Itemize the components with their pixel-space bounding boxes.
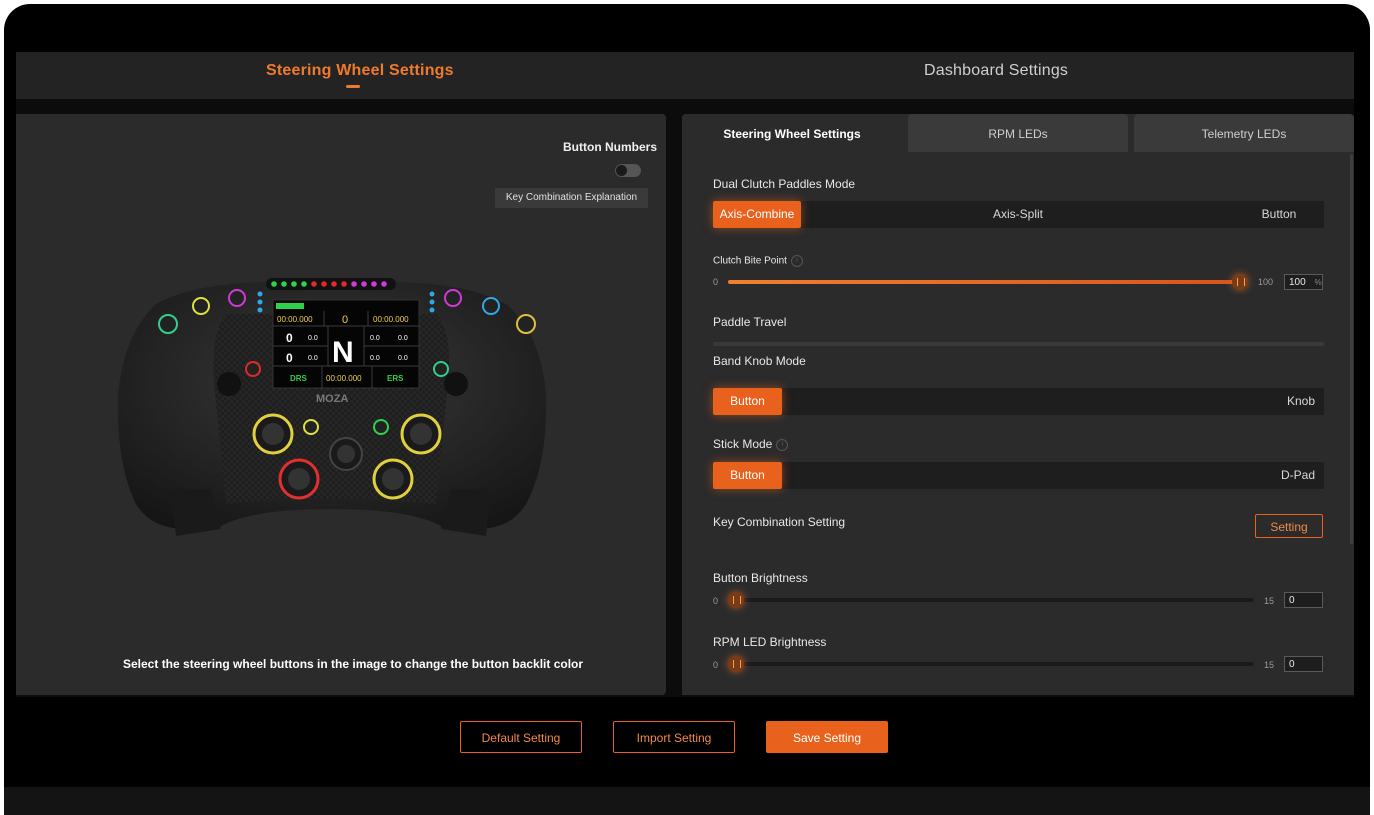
option-axis-combine[interactable]: Axis-Combine: [713, 201, 801, 228]
rpm-brightness-label: RPM LED Brightness: [713, 635, 827, 649]
info-icon[interactable]: i: [776, 438, 789, 451]
settings-panel: Steering Wheel Settings RPM LEDs Telemet…: [682, 114, 1354, 695]
option-button[interactable]: Button: [713, 388, 782, 415]
settings-scrollbar[interactable]: [1350, 154, 1353, 544]
dual-clutch-label: Dual Clutch Paddles Mode: [713, 177, 856, 191]
option-button[interactable]: Button: [713, 462, 782, 489]
brand-logo: MOZA: [316, 393, 348, 405]
option-button[interactable]: Button: [1243, 201, 1315, 228]
stick-mode-label-text: Stick Mode: [713, 437, 773, 451]
paddle-travel-label: Paddle Travel: [713, 315, 787, 329]
tab-dashboard-settings[interactable]: Dashboard Settings: [924, 62, 1068, 80]
lap-time-left: 00:00.000: [277, 315, 313, 324]
default-setting-button[interactable]: Default Setting: [460, 721, 582, 753]
device-bottom-strip: [4, 787, 1370, 815]
clutch-bite-thumb[interactable]: [1232, 274, 1248, 290]
left-top-value: 0.0: [308, 335, 318, 342]
tab-steering-wheel-settings[interactable]: Steering Wheel Settings: [266, 62, 454, 80]
key-combination-explanation-button[interactable]: Key Combination Explanation: [495, 188, 648, 208]
button-numbers-label: Button Numbers: [563, 140, 657, 154]
paddle-travel-bar[interactable]: [713, 342, 1324, 346]
settings-sub-tabs: Steering Wheel Settings RPM LEDs Telemet…: [682, 114, 1354, 152]
wheel-help-text: Select the steering wheel buttons in the…: [123, 657, 584, 671]
rpm-brightness-max: 15: [1264, 660, 1275, 670]
band-knob-segmented-control: Button Knob: [713, 388, 1324, 415]
clutch-bite-fill: [728, 280, 1240, 284]
button-brightness-thumb[interactable]: [728, 592, 744, 608]
lap-count: 0: [342, 314, 348, 326]
rpm-brightness-input[interactable]: 0: [1284, 656, 1323, 672]
dual-clutch-segmented-control: Axis-Combine Axis-Split Button: [713, 201, 1324, 228]
clutch-bite-label: Clutch Bite Point i: [713, 255, 803, 267]
option-knob[interactable]: Knob: [1278, 388, 1324, 415]
drs-label: DRS: [290, 374, 308, 383]
button-brightness-input[interactable]: 0: [1284, 592, 1323, 608]
button-brightness-label: Button Brightness: [713, 571, 808, 585]
left-bottom-value: 0.0: [308, 355, 318, 362]
wheel-preview-panel: Button Numbers Key Combination Explanati…: [16, 114, 666, 695]
left-top-number: 0: [286, 331, 293, 345]
rpm-brightness-track[interactable]: [728, 662, 1254, 666]
gear-indicator: N: [332, 336, 354, 369]
right-top-value: 0.0: [370, 335, 380, 342]
stick-mode-segmented-control: Button D-Pad: [713, 462, 1324, 489]
steering-wheel-image[interactable]: 00:00.000 0 00:00.000 N 0 0.0 0 0.0 0.0 …: [116, 274, 547, 544]
rpm-brightness-thumb[interactable]: [728, 656, 744, 672]
subtab-rpm-leds[interactable]: RPM LEDs: [908, 114, 1128, 152]
button-brightness-max: 15: [1264, 596, 1275, 606]
import-setting-button[interactable]: Import Setting: [613, 721, 735, 753]
active-tab-indicator: [346, 85, 360, 88]
rpm-brightness-min: 0: [713, 660, 719, 670]
right-bottom-value-2: 0.0: [398, 355, 408, 362]
subtab-steering-wheel-settings[interactable]: Steering Wheel Settings: [682, 114, 902, 152]
button-numbers-toggle[interactable]: [615, 164, 641, 177]
center-time: 00:00.000: [326, 374, 362, 383]
bottom-action-bar: Default Setting Import Setting Save Sett…: [16, 697, 1354, 787]
subtab-telemetry-leds[interactable]: Telemetry LEDs: [1134, 114, 1354, 152]
clutch-bite-max: 100: [1258, 277, 1274, 287]
clutch-bite-label-text: Clutch Bite Point: [713, 255, 787, 267]
app-window: Steering Wheel Settings Dashboard Settin…: [16, 52, 1354, 787]
clutch-bite-min: 0: [713, 277, 719, 287]
option-axis-split[interactable]: Axis-Split: [953, 201, 1083, 228]
stick-mode-label: Stick Mode i: [713, 437, 789, 451]
toggle-knob: [616, 165, 627, 176]
key-combination-label: Key Combination Setting: [713, 515, 846, 529]
right-top-value-2: 0.0: [398, 335, 408, 342]
ers-label: ERS: [387, 374, 404, 383]
lap-time-right: 00:00.000: [373, 315, 409, 324]
band-knob-label: Band Knob Mode: [713, 354, 806, 368]
clutch-bite-value: 100: [1289, 277, 1306, 288]
clutch-bite-input[interactable]: 100 %: [1284, 274, 1323, 290]
save-setting-button[interactable]: Save Setting: [766, 721, 888, 753]
right-bottom-value: 0.0: [370, 355, 380, 362]
steering-wheel-svg: 00:00.000 0 00:00.000 N 0 0.0 0 0.0 0.0 …: [117, 278, 547, 536]
option-d-pad[interactable]: D-Pad: [1273, 462, 1323, 489]
button-brightness-min: 0: [713, 596, 719, 606]
top-tab-bar: Steering Wheel Settings Dashboard Settin…: [16, 52, 1354, 99]
info-icon[interactable]: i: [790, 255, 803, 267]
clutch-bite-unit: %: [1314, 278, 1322, 287]
key-combination-setting-button[interactable]: Setting: [1255, 514, 1323, 538]
left-bottom-number: 0: [286, 351, 293, 365]
button-brightness-track[interactable]: [728, 598, 1254, 602]
